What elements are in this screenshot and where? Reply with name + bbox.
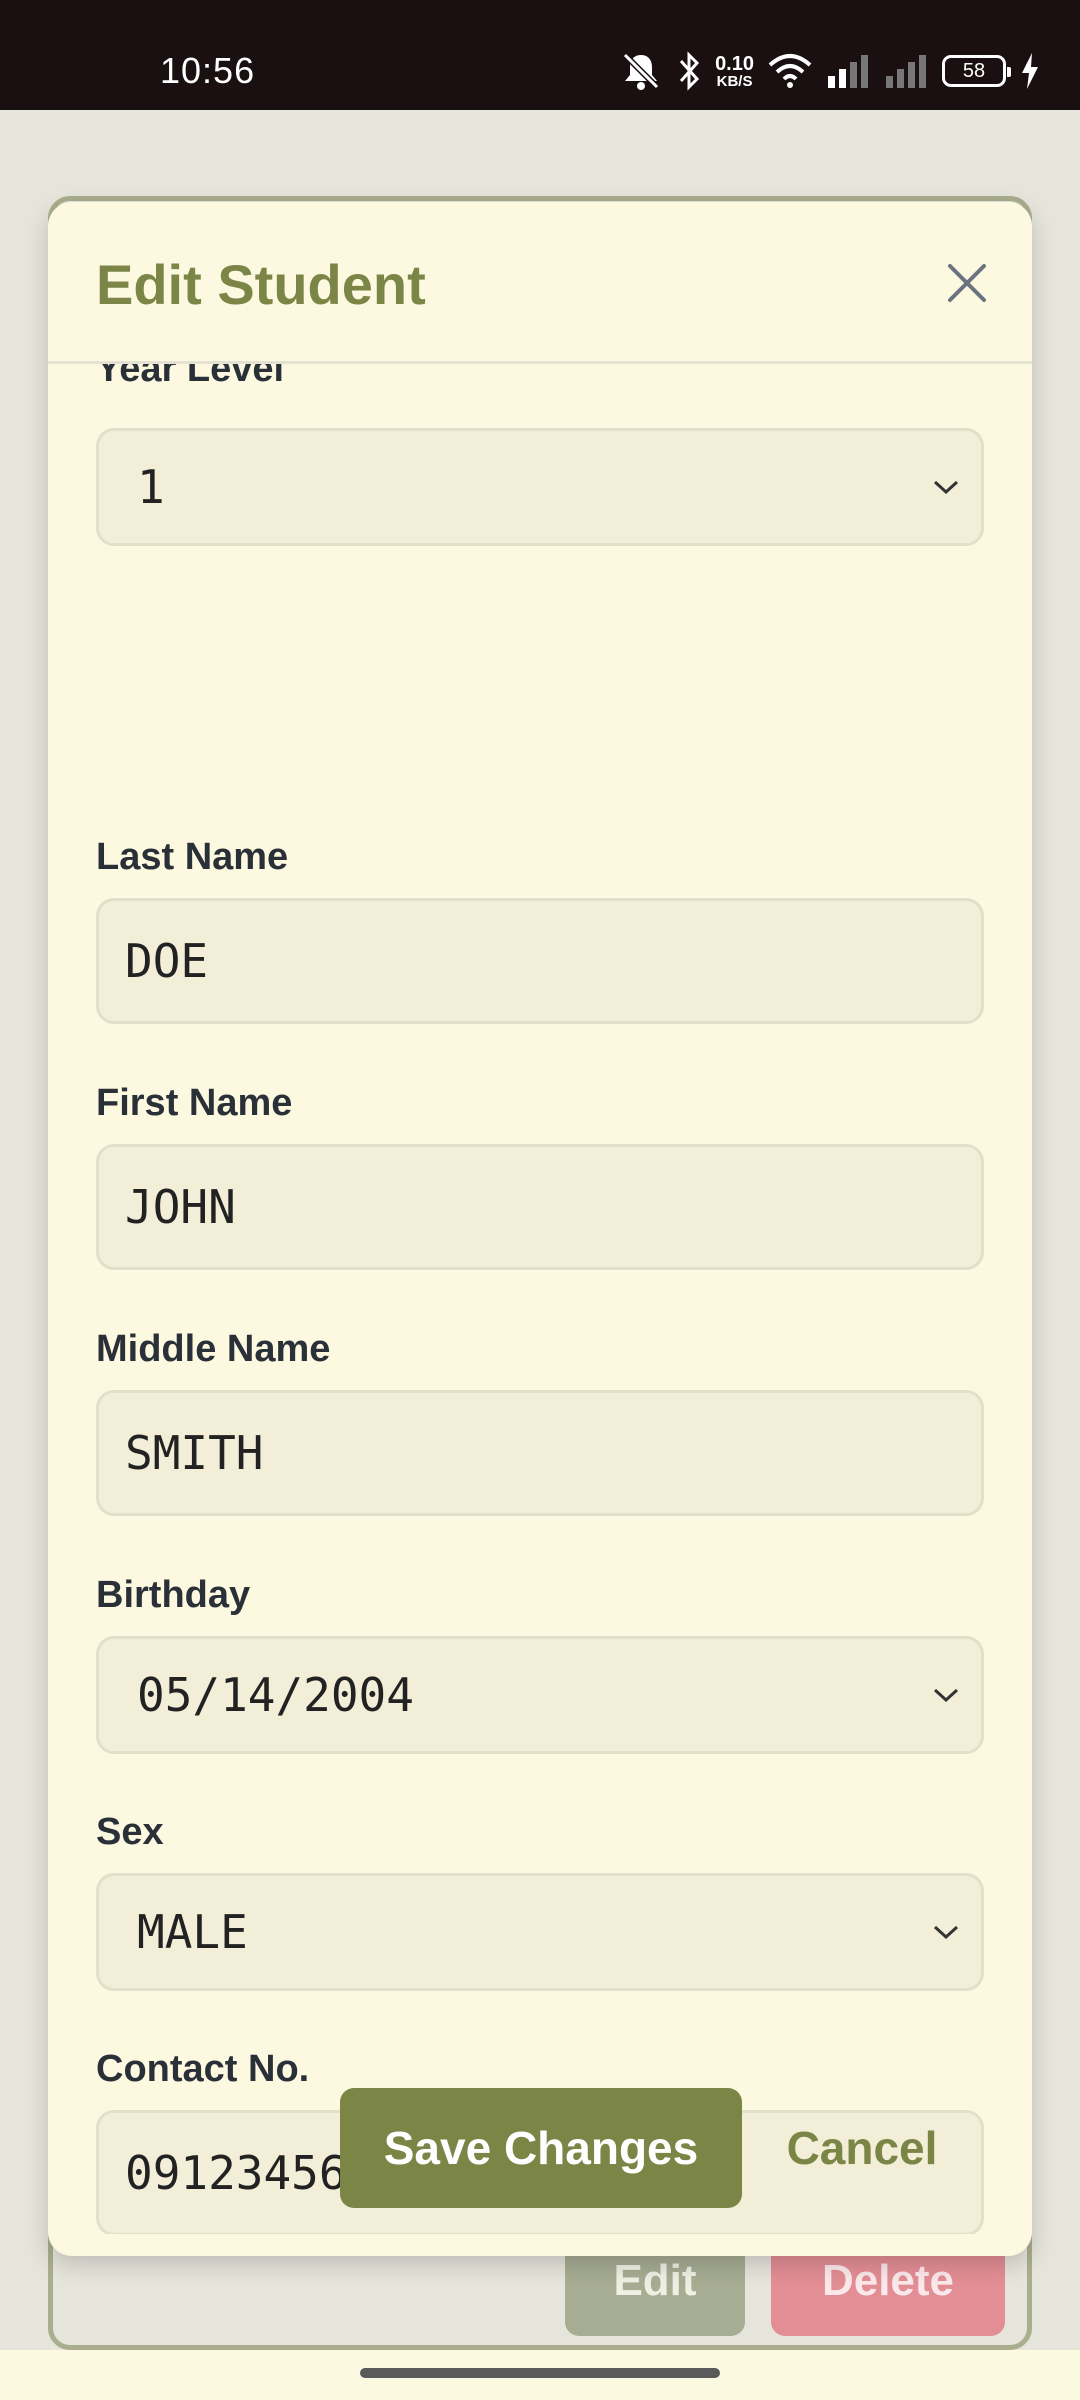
status-icons: 0.10 KB/S 58 bbox=[619, 48, 1040, 94]
middle-name-input[interactable]: SMITH bbox=[96, 1390, 984, 1516]
field-label: First Name bbox=[96, 1082, 293, 1124]
select-value: MALE bbox=[137, 1905, 248, 1959]
select-value: 05/14/2004 bbox=[137, 1668, 414, 1722]
first-name-field: First Name JOHN bbox=[96, 1082, 984, 1270]
chevron-down-icon bbox=[933, 1925, 959, 1940]
birthday-field: Birthday 05/14/2004 bbox=[96, 1574, 984, 1754]
contact-no-field: Contact No. 09123456781 bbox=[96, 2048, 984, 2234]
year-level-select[interactable]: 1 bbox=[96, 428, 984, 546]
modal-title: Edit Student bbox=[96, 253, 426, 316]
birthday-date-picker[interactable]: 05/14/2004 bbox=[96, 1636, 984, 1754]
net-speed: 0.10 KB/S bbox=[715, 52, 754, 90]
save-changes-button[interactable]: Save Changes bbox=[340, 2088, 742, 2208]
status-bar: 10:56 0.10 KB/S 58 bbox=[0, 0, 1080, 110]
battery-icon: 58 bbox=[942, 55, 1011, 87]
last-name-field: Last Name DOE bbox=[96, 836, 984, 1024]
mute-icon bbox=[619, 51, 663, 91]
chevron-down-icon bbox=[933, 1688, 959, 1703]
sex-select[interactable]: MALE bbox=[96, 1873, 984, 1991]
status-time: 10:56 bbox=[160, 50, 256, 91]
select-value: 1 bbox=[137, 460, 165, 514]
home-indicator[interactable] bbox=[360, 2368, 720, 2378]
field-label: Last Name bbox=[96, 836, 289, 878]
field-label: Middle Name bbox=[96, 1328, 331, 1370]
field-label: Year Level bbox=[96, 364, 285, 390]
middle-name-field: Middle Name SMITH bbox=[96, 1328, 984, 1516]
chevron-down-icon bbox=[933, 480, 959, 495]
sex-field: Sex MALE bbox=[96, 1811, 984, 1991]
field-label: Sex bbox=[96, 1811, 164, 1853]
wifi-icon bbox=[768, 53, 812, 89]
charging-icon bbox=[1020, 53, 1040, 89]
modal-header: Edit Student bbox=[48, 202, 1032, 364]
year-level-field: Year Level 1 bbox=[96, 364, 984, 546]
first-name-input[interactable]: JOHN bbox=[96, 1144, 984, 1270]
signal-icon bbox=[826, 54, 870, 88]
modal-body[interactable]: Year Level 1 Last Name DOE First Name JO… bbox=[48, 364, 1032, 2234]
close-button[interactable] bbox=[942, 258, 992, 308]
field-label: Birthday bbox=[96, 1574, 251, 1616]
cancel-button[interactable]: Cancel bbox=[772, 2088, 952, 2208]
field-label: Contact No. bbox=[96, 2048, 310, 2090]
last-name-input[interactable]: DOE bbox=[96, 898, 984, 1024]
close-icon bbox=[948, 264, 986, 302]
bluetooth-icon bbox=[677, 51, 701, 91]
edit-student-modal: Edit Student Year Level 1 Last Name DOE bbox=[48, 202, 1032, 2256]
signal-icon bbox=[884, 54, 928, 88]
